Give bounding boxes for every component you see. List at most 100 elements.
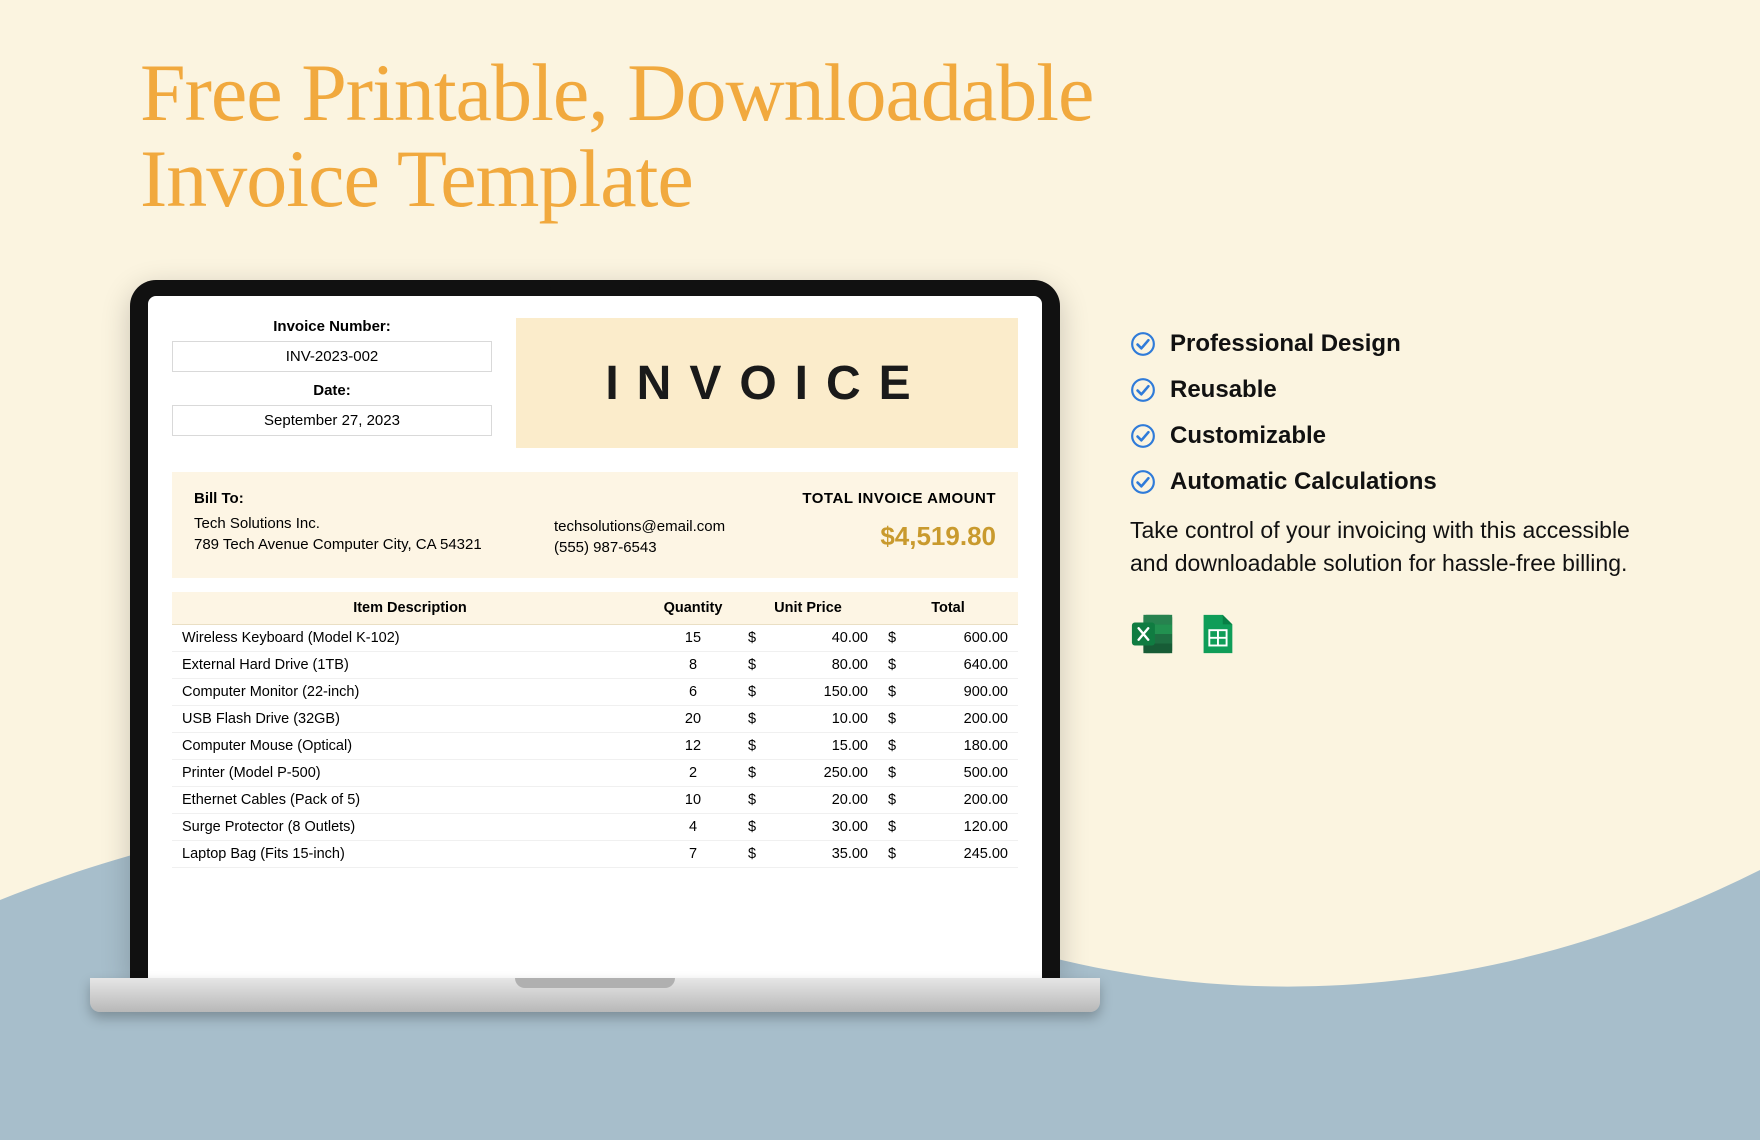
cell-desc[interactable]: Computer Mouse (Optical) (172, 733, 648, 760)
cell-total: 600.00 (908, 625, 1018, 652)
cell-total-currency: $ (878, 625, 908, 652)
laptop-mockup: Invoice Number: INV-2023-002 Date: Septe… (90, 280, 1100, 1020)
cell-unit[interactable]: 40.00 (768, 625, 878, 652)
laptop-base (90, 978, 1100, 1012)
laptop-notch (550, 280, 640, 296)
cell-qty[interactable]: 8 (648, 652, 738, 679)
feature-item: Professional Design (1130, 330, 1640, 358)
invoice-header-row: Invoice Number: INV-2023-002 Date: Septe… (148, 296, 1042, 458)
table-row: Computer Monitor (22-inch)6$150.00$900.0… (172, 679, 1018, 706)
invoice-table: Item Description Quantity Unit Price Tot… (172, 592, 1018, 868)
cell-qty[interactable]: 12 (648, 733, 738, 760)
page-headline: Free Printable, DownloadableInvoice Temp… (140, 50, 1093, 222)
total-label: TOTAL INVOICE AMOUNT (774, 490, 996, 507)
excel-icon[interactable] (1130, 611, 1176, 657)
cell-unit-currency: $ (738, 706, 768, 733)
cell-total: 500.00 (908, 760, 1018, 787)
cell-qty[interactable]: 15 (648, 625, 738, 652)
cell-unit-currency: $ (738, 652, 768, 679)
table-row: Printer (Model P-500)2$250.00$500.00 (172, 760, 1018, 787)
check-circle-icon (1130, 469, 1156, 495)
cell-qty[interactable]: 4 (648, 814, 738, 841)
invoice-date-value[interactable]: September 27, 2023 (172, 405, 492, 436)
feature-item: Automatic Calculations (1130, 468, 1640, 496)
cell-total: 200.00 (908, 787, 1018, 814)
cell-total-currency: $ (878, 814, 908, 841)
table-header-row: Item Description Quantity Unit Price Tot… (172, 592, 1018, 625)
invoice-date-label: Date: (172, 382, 492, 399)
cell-total: 245.00 (908, 841, 1018, 868)
check-circle-icon (1130, 423, 1156, 449)
cell-total-currency: $ (878, 733, 908, 760)
check-circle-icon (1130, 377, 1156, 403)
feature-label: Reusable (1170, 376, 1277, 404)
billto-company: Tech Solutions Inc. (194, 515, 554, 532)
billto-panel: Bill To: Tech Solutions Inc. 789 Tech Av… (172, 472, 1018, 578)
table-row: External Hard Drive (1TB)8$80.00$640.00 (172, 652, 1018, 679)
feature-label: Customizable (1170, 422, 1326, 450)
cell-qty[interactable]: 7 (648, 841, 738, 868)
cell-qty[interactable]: 2 (648, 760, 738, 787)
laptop-frame: Invoice Number: INV-2023-002 Date: Septe… (130, 280, 1060, 980)
cell-desc[interactable]: Printer (Model P-500) (172, 760, 648, 787)
cell-total-currency: $ (878, 706, 908, 733)
cell-total: 640.00 (908, 652, 1018, 679)
total-amount: $4,519.80 (774, 521, 996, 552)
billto-contact-col: techsolutions@email.com (555) 987-6543 (554, 490, 774, 560)
cell-total: 120.00 (908, 814, 1018, 841)
sheets-icon[interactable] (1194, 611, 1240, 657)
cell-total-currency: $ (878, 652, 908, 679)
cell-unit[interactable]: 10.00 (768, 706, 878, 733)
feature-item: Reusable (1130, 376, 1640, 404)
cell-qty[interactable]: 20 (648, 706, 738, 733)
invoice-number-label: Invoice Number: (172, 318, 492, 335)
cell-qty[interactable]: 6 (648, 679, 738, 706)
invoice-number-value[interactable]: INV-2023-002 (172, 341, 492, 372)
table-row: USB Flash Drive (32GB)20$10.00$200.00 (172, 706, 1018, 733)
feature-label: Professional Design (1170, 330, 1401, 358)
cell-total-currency: $ (878, 679, 908, 706)
billto-address-col: Bill To: Tech Solutions Inc. 789 Tech Av… (194, 490, 554, 560)
cell-unit[interactable]: 80.00 (768, 652, 878, 679)
cell-unit[interactable]: 150.00 (768, 679, 878, 706)
feature-label: Automatic Calculations (1170, 468, 1437, 496)
cell-unit-currency: $ (738, 787, 768, 814)
cell-unit[interactable]: 20.00 (768, 787, 878, 814)
cell-unit[interactable]: 35.00 (768, 841, 878, 868)
cell-unit-currency: $ (738, 760, 768, 787)
col-qty: Quantity (648, 592, 738, 625)
feature-item: Customizable (1130, 422, 1640, 450)
invoice-title: INVOICE (605, 356, 928, 411)
blurb-text: Take control of your invoicing with this… (1130, 514, 1640, 581)
cell-total: 180.00 (908, 733, 1018, 760)
billto-phone: (555) 987-6543 (554, 539, 774, 556)
cell-unit[interactable]: 30.00 (768, 814, 878, 841)
table-row: Computer Mouse (Optical)12$15.00$180.00 (172, 733, 1018, 760)
cell-desc[interactable]: Ethernet Cables (Pack of 5) (172, 787, 648, 814)
table-row: Ethernet Cables (Pack of 5)10$20.00$200.… (172, 787, 1018, 814)
cell-total: 200.00 (908, 706, 1018, 733)
laptop-screen: Invoice Number: INV-2023-002 Date: Septe… (148, 296, 1042, 980)
cell-desc[interactable]: USB Flash Drive (32GB) (172, 706, 648, 733)
cell-unit[interactable]: 15.00 (768, 733, 878, 760)
cell-desc[interactable]: Laptop Bag (Fits 15-inch) (172, 841, 648, 868)
cell-desc[interactable]: Computer Monitor (22-inch) (172, 679, 648, 706)
cell-desc[interactable]: Surge Protector (8 Outlets) (172, 814, 648, 841)
cell-desc[interactable]: External Hard Drive (1TB) (172, 652, 648, 679)
cell-desc[interactable]: Wireless Keyboard (Model K-102) (172, 625, 648, 652)
invoice-meta: Invoice Number: INV-2023-002 Date: Septe… (172, 318, 492, 448)
col-total: Total (878, 592, 1018, 625)
billto-address: 789 Tech Avenue Computer City, CA 54321 (194, 536, 554, 553)
side-panel: Professional Design Reusable Customizable A… (1130, 330, 1640, 657)
cell-total-currency: $ (878, 760, 908, 787)
format-badges (1130, 611, 1640, 657)
col-unit: Unit Price (738, 592, 878, 625)
cell-qty[interactable]: 10 (648, 787, 738, 814)
cell-unit-currency: $ (738, 625, 768, 652)
billto-label: Bill To: (194, 490, 554, 507)
cell-unit[interactable]: 250.00 (768, 760, 878, 787)
table-row: Laptop Bag (Fits 15-inch)7$35.00$245.00 (172, 841, 1018, 868)
cell-total-currency: $ (878, 787, 908, 814)
cell-unit-currency: $ (738, 814, 768, 841)
table-row: Surge Protector (8 Outlets)4$30.00$120.0… (172, 814, 1018, 841)
